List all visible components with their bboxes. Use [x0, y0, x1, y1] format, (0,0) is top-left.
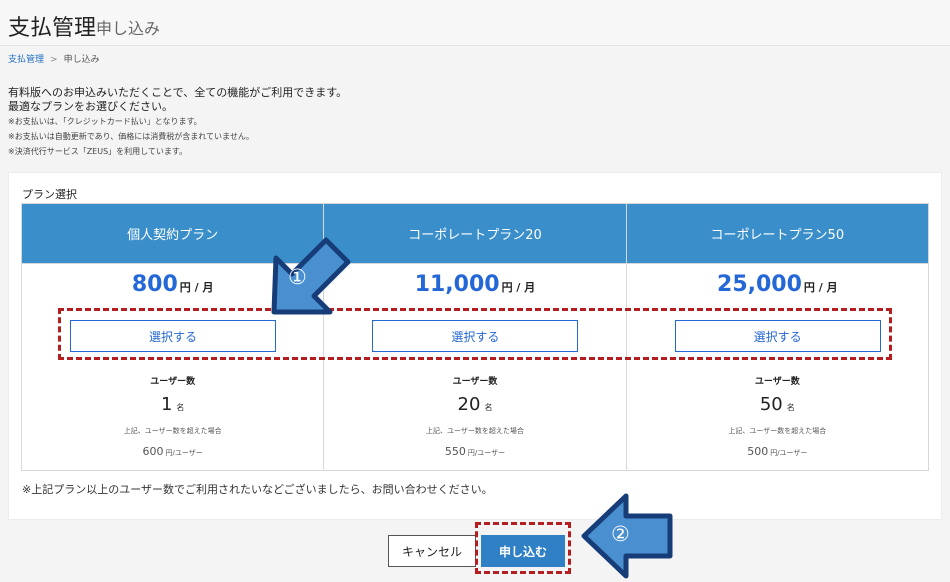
plan-price-value: 11,000 [414, 272, 500, 297]
over-limit-note: 上記、ユーザー数を超えた場合 [728, 427, 827, 435]
over-limit-note: 上記、ユーザー数を超えた場合 [426, 427, 524, 435]
plan-name: 個人契約プラン [22, 204, 324, 264]
over-limit-price: 500 円/ユーザー [627, 440, 928, 459]
breadcrumb-separator: > [50, 55, 58, 65]
plan-price: 11,000 円 / 月 [324, 272, 625, 297]
contact-footnote: ※上記プラン以上のユーザー数でご利用されたいなどございましたら、お問い合わせくだ… [22, 483, 493, 496]
intro-note: ※お支払いは自動更新であり、価格には消費税が含まれていません。 [8, 132, 254, 141]
submit-button[interactable]: 申し込む [481, 535, 565, 567]
intro-text: 有料版へのお申込みいただくことで、全ての機能がご利用できます。 最適なプランをお… [8, 86, 347, 159]
plan-price: 800 円 / 月 [22, 272, 323, 297]
select-plan-button[interactable]: 選択する [674, 320, 881, 352]
plan-name: コーポレートプラン50 [626, 204, 928, 264]
plan-column-corporate-20: コーポレートプラン20 11,000 円 / 月 選択する ユーザー数 20 名 上… [324, 204, 627, 470]
plan-price-unit: 円 / 月 [803, 281, 838, 294]
over-limit-price-value: 500 [747, 445, 769, 458]
over-limit-price-value: 600 [142, 445, 164, 458]
cancel-button[interactable]: キャンセル [388, 535, 476, 567]
intro-line: 有料版へのお申込みいただくことで、全ての機能がご利用できます。 [8, 86, 348, 99]
users-count-unit: 名 [484, 403, 493, 412]
users-count-value: 50 [759, 394, 783, 415]
users-count: 1名 [22, 394, 323, 415]
users-count-unit: 名 [176, 403, 185, 412]
users-label: ユーザー数 [754, 377, 800, 387]
breadcrumb-root-link[interactable]: 支払管理 [8, 55, 44, 65]
over-limit-price-unit: 円/ユーザー [467, 449, 506, 457]
breadcrumb: 支払管理 > 申し込み [8, 52, 100, 65]
intro-note: ※お支払いは、「クレジットカード払い」となります。 [8, 117, 202, 126]
plan-column-personal: 個人契約プラン 800 円 / 月 選択する ユーザー数 1名 上記、ユーザー数を… [22, 204, 325, 470]
page-header: 支払管理 申し込み [0, 0, 950, 46]
plan-selection-card: プラン選択 個人契約プラン 800 円 / 月 選択する ユーザー数 1名 上記、… [8, 172, 942, 520]
plan-table: 個人契約プラン 800 円 / 月 選択する ユーザー数 1名 上記、ユーザー数を… [21, 203, 929, 471]
users-label: ユーザー数 [452, 377, 498, 387]
step1-label: ① [288, 265, 307, 289]
plan-price-unit: 円 / 月 [501, 281, 536, 294]
plan-price: 25,000 円 / 月 [627, 272, 928, 297]
users-count: 20 名 [324, 394, 625, 415]
over-limit-price: 600 円/ユーザー [22, 440, 323, 459]
plan-price-value: 800 [131, 272, 178, 297]
users-count-value: 20 [457, 394, 481, 415]
plan-price-value: 25,000 [717, 272, 802, 297]
users-label: ユーザー数 [150, 377, 196, 387]
plan-name: コーポレートプラン20 [324, 204, 626, 264]
users-count: 50 名 [627, 394, 928, 415]
step2-label: ② [611, 522, 630, 546]
intro-line: 最適なプランをお選びください。 [8, 100, 173, 113]
plan-price-unit: 円 / 月 [179, 281, 214, 294]
over-limit-price-value: 550 [444, 445, 466, 458]
intro-note: ※決済代行サービス「ZEUS」を利用しています。 [8, 147, 188, 156]
over-limit-note: 上記、ユーザー数を超えた場合 [123, 427, 222, 435]
page-subtitle: 申し込み [96, 19, 161, 38]
plan-section-title: プラン選択 [22, 188, 77, 201]
plan-column-corporate-50: コーポレートプラン50 25,000 円 / 月 選択する ユーザー数 50 名 上… [626, 204, 928, 470]
users-count-unit: 名 [786, 403, 795, 412]
over-limit-price-unit: 円/ユーザー [770, 449, 808, 457]
users-count-value: 1 [160, 394, 173, 415]
select-plan-button[interactable]: 選択する [70, 320, 276, 352]
select-plan-button[interactable]: 選択する [372, 320, 579, 352]
breadcrumb-current: 申し込み [63, 55, 100, 65]
over-limit-price-unit: 円/ユーザー [165, 449, 203, 457]
page-title: 支払管理 [8, 16, 97, 41]
over-limit-price: 550 円/ユーザー [324, 440, 625, 459]
